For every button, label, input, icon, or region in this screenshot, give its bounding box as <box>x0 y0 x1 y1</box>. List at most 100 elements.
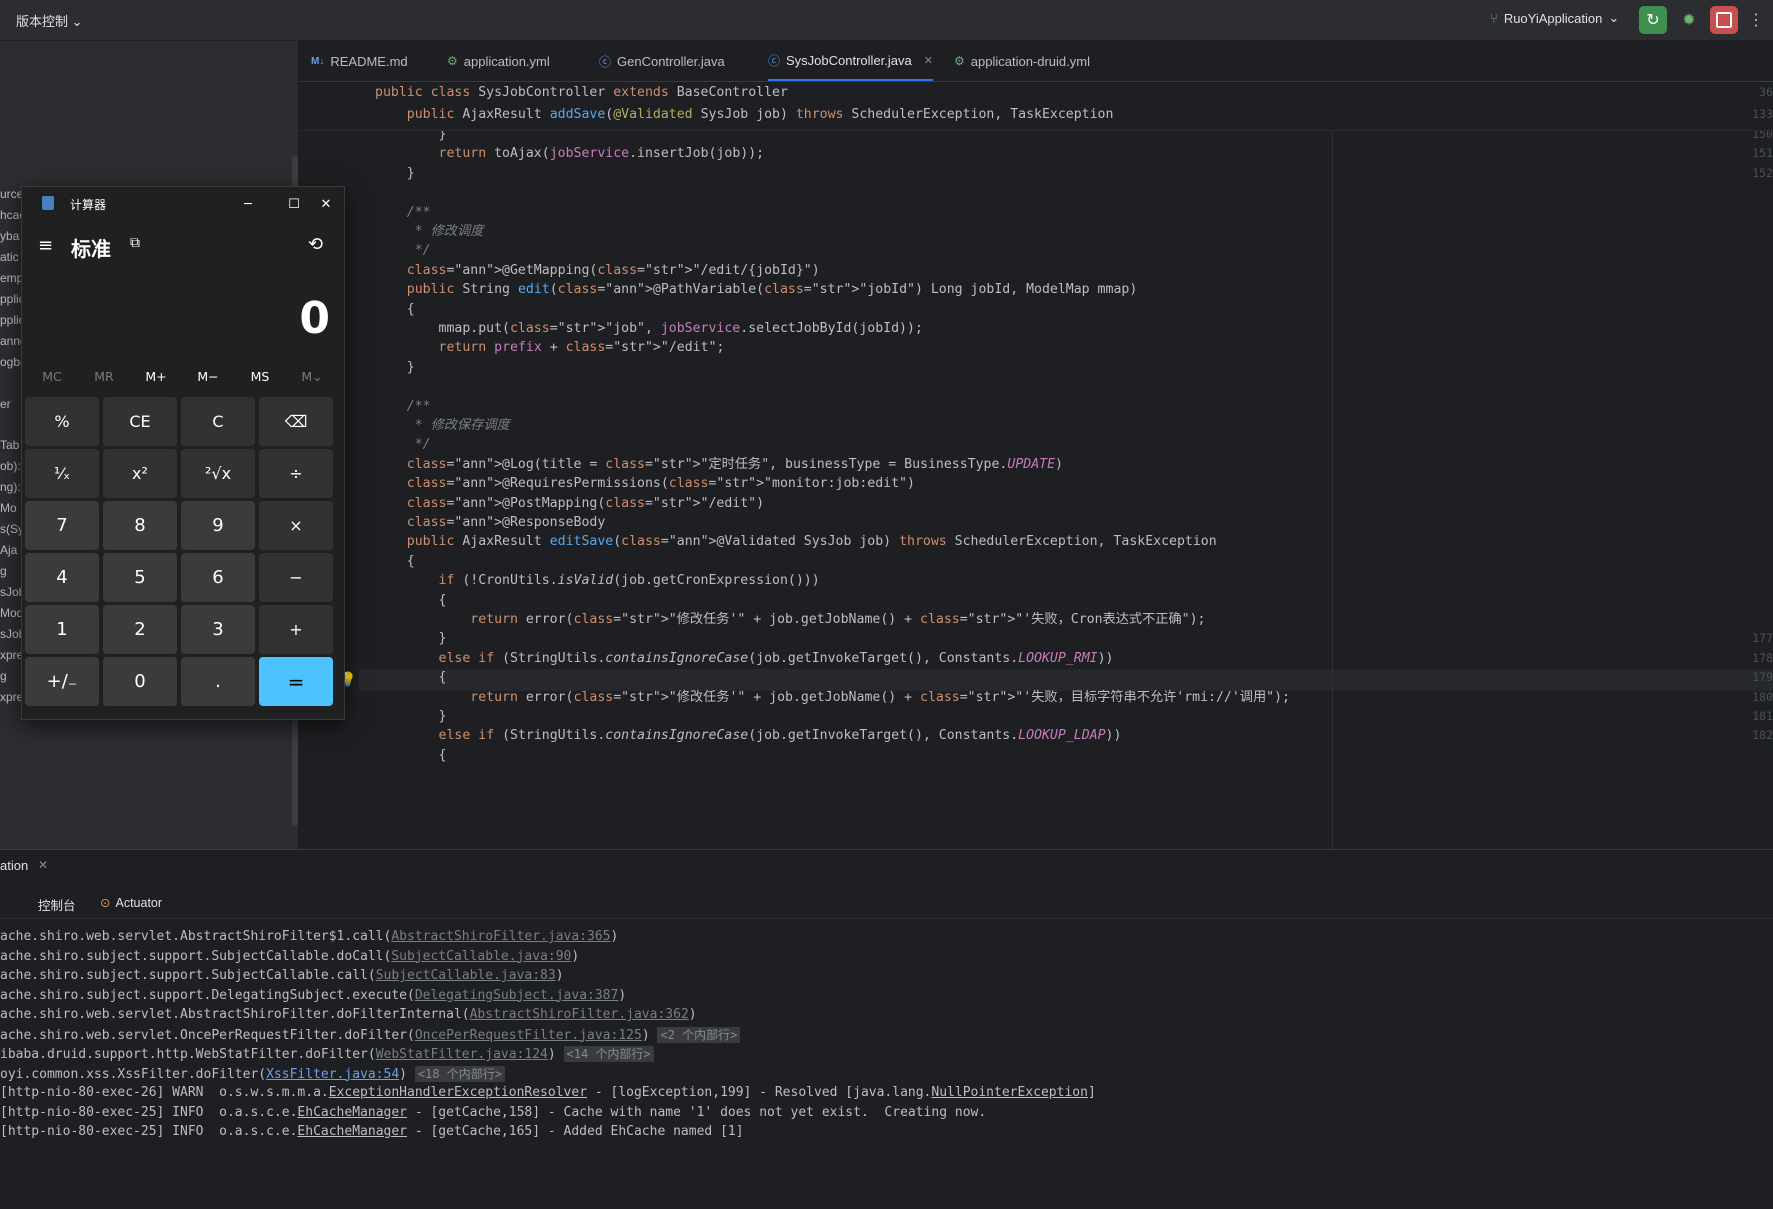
history-icon[interactable]: ⟲ <box>308 234 323 255</box>
code-line[interactable]: return prefix + class="str">"/edit"; <box>375 337 725 359</box>
hamburger-menu-icon[interactable]: ≡ <box>38 235 53 256</box>
minimize-icon[interactable]: ─ <box>234 193 262 215</box>
run-title[interactable]: ation <box>0 858 28 873</box>
calc-key-4-1[interactable]: 2 <box>103 605 177 654</box>
project-tree-item[interactable]: Tab <box>0 438 19 452</box>
tab-actuator[interactable]: ⊙ Actuator <box>100 895 162 911</box>
code-editor[interactable]: 36 public class SysJobController extends… <box>299 82 1773 849</box>
vcs-menu[interactable]: 版本控制 ⌄ <box>16 11 83 30</box>
calc-key-2-1[interactable]: 8 <box>103 501 177 550</box>
project-tree-item[interactable]: urce <box>0 187 23 201</box>
calc-key-1-0[interactable]: ¹⁄ₓ <box>25 449 99 498</box>
run-tabs: 控制台 ⊙ Actuator <box>0 890 1773 919</box>
yml-icon: ⚙ <box>954 54 965 68</box>
console-log-line[interactable]: oyi.common.xss.XssFilter.doFilter(XssFil… <box>0 1064 505 1085</box>
calc-key-1-2[interactable]: ²√x <box>181 449 255 498</box>
code-line[interactable]: public AjaxResult editSave(class="ann">@… <box>375 531 1217 553</box>
calc-key-1-1[interactable]: x² <box>103 449 177 498</box>
tab-application-druid-yml[interactable]: ⚙ application-druid.yml <box>954 41 1090 81</box>
console-log-line[interactable]: ache.shiro.subject.support.SubjectCallab… <box>0 947 579 967</box>
sticky-line-class: public class SysJobController extends Ba… <box>375 85 788 100</box>
console-log-line[interactable]: ache.shiro.subject.support.DelegatingSub… <box>0 986 626 1006</box>
close-icon[interactable]: ✕ <box>312 193 340 215</box>
calc-key-3-1[interactable]: 5 <box>103 553 177 602</box>
code-line[interactable]: return error(class="str">"修改任务'" + job.g… <box>375 609 1205 631</box>
keep-on-top-icon[interactable]: ⧉ <box>130 235 140 251</box>
memory-button-2[interactable]: M+ <box>130 369 182 384</box>
calc-key-0-2[interactable]: C <box>181 397 255 446</box>
memory-button-5[interactable]: M⌄ <box>286 369 338 384</box>
tab-console[interactable]: 控制台 <box>38 895 76 914</box>
calculator-window: 计算器 ─ ☐ ✕ ≡ 标准 ⧉ ⟲ 0 MC MR M+ M− MS M⌄ % CE C ⌫ ¹… <box>21 186 345 720</box>
line-number: 182 <box>1752 728 1773 743</box>
code-line[interactable]: else if (StringUtils.containsIgnoreCase(… <box>375 648 1114 670</box>
memory-button-3[interactable]: M− <box>182 369 234 384</box>
calculator-titlebar[interactable]: 计算器 ─ ☐ ✕ <box>22 187 344 219</box>
project-tree-item[interactable]: atic <box>0 250 19 264</box>
project-tree-item[interactable]: Mo <box>0 501 17 515</box>
calc-key-0-0[interactable]: % <box>25 397 99 446</box>
calc-key-5-0[interactable]: +/₋ <box>25 657 99 706</box>
calc-key-3-2[interactable]: 6 <box>181 553 255 602</box>
yml-icon: ⚙ <box>447 54 458 68</box>
console-log-line[interactable]: ache.shiro.subject.support.SubjectCallab… <box>0 966 564 986</box>
line-number: 36 <box>1759 85 1773 99</box>
calc-key-5-2[interactable]: . <box>181 657 255 706</box>
code-line[interactable]: return toAjax(jobService.insertJob(job))… <box>375 143 765 165</box>
code-line[interactable]: } <box>375 357 415 379</box>
code-line[interactable]: return error(class="str">"修改任务'" + job.g… <box>375 687 1290 709</box>
calc-key-1-3[interactable]: ÷ <box>259 449 333 498</box>
code-line[interactable]: public String edit(class="ann">@PathVari… <box>375 279 1138 301</box>
code-line[interactable]: { <box>375 745 447 767</box>
project-tree-item[interactable]: g <box>0 564 7 578</box>
markdown-icon: M↓ <box>311 55 325 67</box>
console-log-line[interactable]: ache.shiro.web.servlet.OncePerRequestFil… <box>0 1025 741 1046</box>
memory-button-4[interactable]: MS <box>234 369 286 384</box>
line-number: 181 <box>1752 709 1773 723</box>
tab-readme[interactable]: M↓ README.md <box>311 41 408 81</box>
calc-key-0-1[interactable]: CE <box>103 397 177 446</box>
memory-row: MC MR M+ M− MS M⌄ <box>22 369 344 391</box>
calc-key-2-2[interactable]: 9 <box>181 501 255 550</box>
calc-key-3-0[interactable]: 4 <box>25 553 99 602</box>
calc-key-2-0[interactable]: 7 <box>25 501 99 550</box>
memory-button-0[interactable]: MC <box>26 369 78 384</box>
run-configuration-selector[interactable]: ⑂ RuoYiApplication ⌄ <box>1490 10 1619 26</box>
tab-sysjobcontroller[interactable]: ⓒ SysJobController.java ✕ <box>768 41 933 81</box>
debug-icon[interactable]: ✹ <box>1675 6 1703 34</box>
memory-button-1[interactable]: MR <box>78 369 130 384</box>
maximize-icon[interactable]: ☐ <box>280 193 308 215</box>
calc-key-5-1[interactable]: 0 <box>103 657 177 706</box>
tab-label: application.yml <box>463 53 550 69</box>
console-log-line[interactable]: [http-nio-80-exec-26] WARN o.s.w.s.m.m.a… <box>0 1083 1096 1103</box>
console-log-line[interactable]: ibaba.druid.support.http.WebStatFilter.d… <box>0 1044 654 1065</box>
close-icon[interactable]: ✕ <box>38 858 48 872</box>
tab-gencontroller[interactable]: ⓒ GenController.java <box>599 41 725 81</box>
calc-key-3-3[interactable]: − <box>259 553 333 602</box>
calc-key-4-2[interactable]: 3 <box>181 605 255 654</box>
project-tree-item[interactable]: ng): <box>0 480 21 494</box>
project-tree-item[interactable]: Aja <box>0 543 17 557</box>
console-log-line[interactable]: [http-nio-80-exec-25] INFO o.a.s.c.e.EhC… <box>0 1103 986 1123</box>
console-log-line[interactable]: ache.shiro.web.servlet.AbstractShiroFilt… <box>0 1005 697 1025</box>
rerun-icon[interactable]: ↻ <box>1639 6 1667 34</box>
line-number: 178 <box>1752 650 1773 665</box>
close-icon[interactable]: ✕ <box>924 54 933 67</box>
stop-icon[interactable] <box>1710 6 1738 34</box>
project-tree-item[interactable]: yba <box>0 229 19 243</box>
calc-key-4-3[interactable]: + <box>259 605 333 654</box>
project-tree-item[interactable]: ob): <box>0 459 21 473</box>
project-tree-item[interactable]: g <box>0 669 7 683</box>
project-tree-item[interactable]: er <box>0 397 11 411</box>
calc-key-4-0[interactable]: 1 <box>25 605 99 654</box>
calc-key-5-3[interactable]: = <box>259 657 333 706</box>
console-log-line[interactable]: [http-nio-80-exec-25] INFO o.a.s.c.e.EhC… <box>0 1122 744 1142</box>
tab-application-yml[interactable]: ⚙ application.yml <box>447 41 550 81</box>
code-line[interactable]: else if (StringUtils.containsIgnoreCase(… <box>375 725 1122 747</box>
code-line[interactable]: } <box>375 163 415 185</box>
calc-key-2-3[interactable]: × <box>259 501 333 550</box>
more-icon[interactable]: ⋮ <box>1742 6 1770 34</box>
console-log-line[interactable]: ache.shiro.web.servlet.AbstractShiroFilt… <box>0 927 618 947</box>
calc-key-0-3[interactable]: ⌫ <box>259 397 333 446</box>
line-number: 180 <box>1752 689 1773 704</box>
